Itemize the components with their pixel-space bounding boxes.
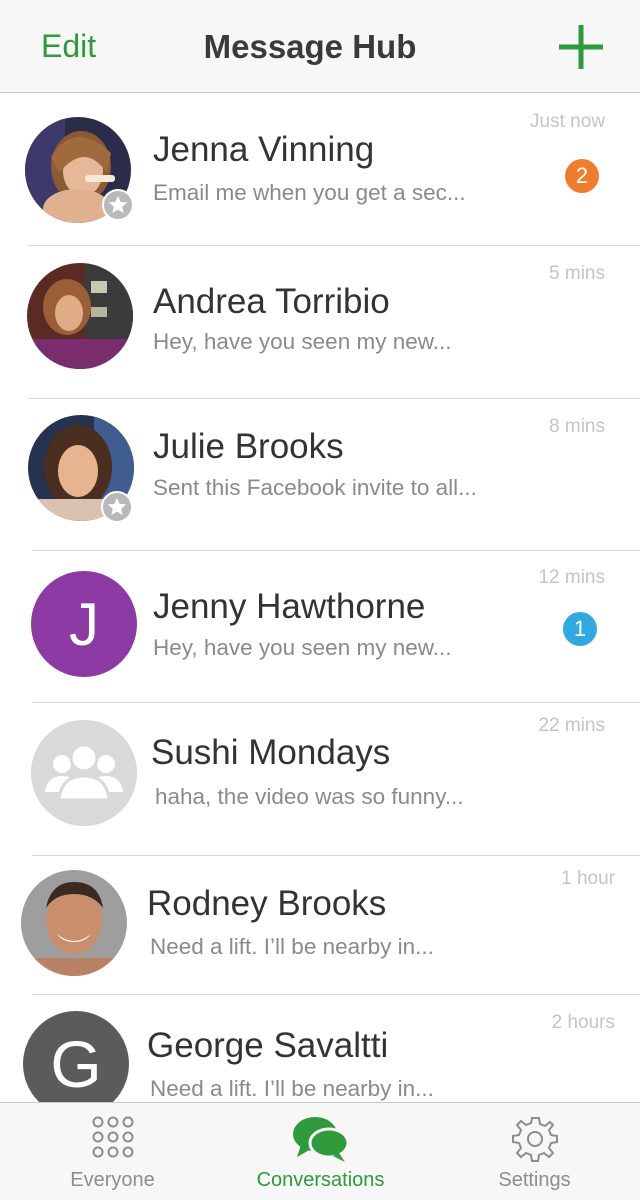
group-icon [31, 720, 137, 826]
grid-dots-icon [91, 1115, 135, 1164]
timestamp: 12 mins [538, 567, 605, 588]
avatar [27, 263, 133, 369]
contact-name: Rodney Brooks [147, 884, 387, 923]
navigation-bar: Edit Message Hub [0, 0, 640, 93]
avatar [21, 870, 127, 976]
timestamp: 5 mins [549, 263, 605, 284]
message-preview: Need a lift. I’ll be nearby in... [150, 934, 434, 959]
favorite-star-icon [102, 189, 134, 221]
contact-name: Julie Brooks [153, 427, 344, 466]
message-preview: Sent this Facebook invite to all... [153, 475, 477, 500]
contact-name: George Savaltti [147, 1026, 389, 1065]
timestamp: 8 mins [549, 416, 605, 437]
contact-name: Jenny Hawthorne [153, 587, 426, 626]
conversation-row[interactable]: Jenna Vinning Email me when you get a se… [0, 94, 640, 246]
contact-name: Andrea Torribio [153, 282, 390, 321]
avatar: J [31, 571, 137, 677]
unread-badge: 1 [563, 612, 597, 646]
avatar: G [23, 1011, 129, 1102]
tab-label: Everyone [70, 1169, 155, 1191]
timestamp: Just now [530, 111, 605, 132]
message-preview: Hey, have you seen my new... [153, 329, 452, 354]
timestamp: 2 hours [551, 1012, 615, 1033]
message-preview: Hey, have you seen my new... [153, 635, 452, 660]
timestamp: 1 hour [561, 868, 615, 889]
tab-label: Conversations [256, 1169, 385, 1191]
tab-bar: Everyone Conversations Settings [0, 1102, 640, 1200]
gear-icon [511, 1115, 559, 1168]
conversation-row[interactable]: G George Savaltti Need a lift. I’ll be n… [0, 995, 640, 1102]
timestamp: 22 mins [538, 715, 605, 736]
message-preview: haha, the video was so funny... [155, 784, 464, 809]
conversation-row[interactable]: Julie Brooks Sent this Facebook invite t… [0, 399, 640, 551]
conversation-row[interactable]: Andrea Torribio Hey, have you seen my ne… [0, 246, 640, 399]
plus-icon[interactable] [558, 24, 604, 70]
tab-conversations[interactable]: Conversations [214, 1103, 427, 1200]
message-preview: Email me when you get a sec... [153, 180, 466, 205]
tab-everyone[interactable]: Everyone [6, 1103, 219, 1200]
conversation-row[interactable]: Rodney Brooks Need a lift. I’ll be nearb… [0, 856, 640, 995]
page-title: Message Hub [203, 28, 417, 65]
tab-label: Settings [498, 1169, 571, 1191]
conversation-row[interactable]: J Jenny Hawthorne Hey, have you seen my … [0, 551, 640, 703]
conversation-row[interactable]: Sushi Mondays haha, the video was so fun… [0, 703, 640, 856]
contact-name: Sushi Mondays [151, 733, 391, 772]
contact-name: Jenna Vinning [153, 130, 375, 169]
unread-badge: 2 [565, 159, 599, 193]
tab-settings[interactable]: Settings [428, 1103, 640, 1200]
message-preview: Need a lift. I’ll be nearby in... [150, 1076, 434, 1101]
conversation-list[interactable]: Jenna Vinning Email me when you get a se… [0, 94, 640, 1102]
favorite-star-icon [101, 491, 133, 523]
chat-bubbles-icon [291, 1115, 351, 1168]
